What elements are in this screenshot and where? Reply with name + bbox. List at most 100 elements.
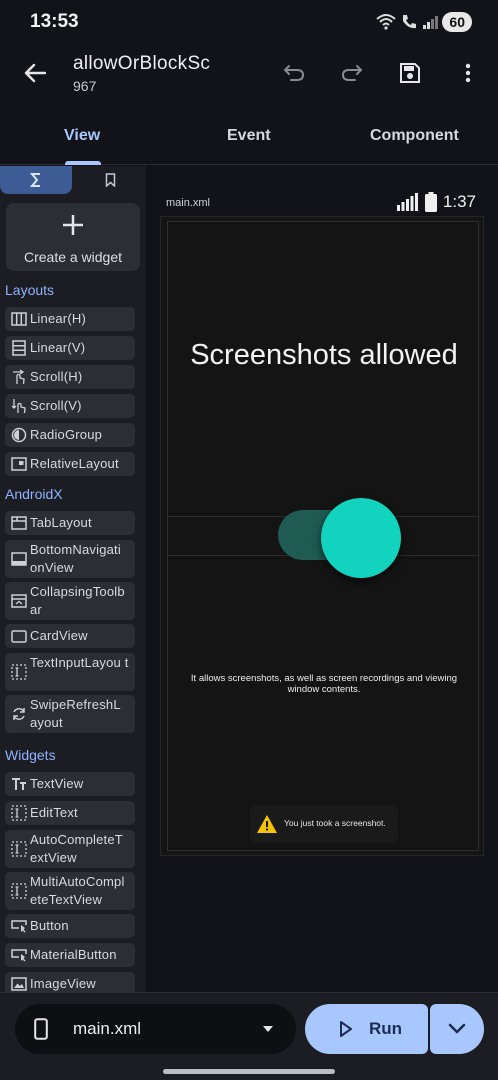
widget-linear-v[interactable]: Linear(V)	[5, 336, 135, 360]
signal-icon	[423, 16, 439, 29]
widget-relative-layout[interactable]: RelativeLayout	[5, 452, 135, 476]
swipe-vertical-icon	[10, 397, 28, 415]
bottom-navigation-icon	[10, 550, 28, 568]
run-label: Run	[369, 1019, 403, 1038]
widget-label: Button	[30, 918, 69, 933]
palette-toggle-widgets[interactable]	[0, 166, 72, 194]
home-indicator[interactable]	[163, 1069, 335, 1074]
more-vert-icon	[465, 63, 471, 83]
status-time: 13:53	[30, 11, 79, 32]
widget-collapsing-toolbar[interactable]: CollapsingToolb ar	[5, 582, 135, 620]
widget-swipe-refresh-layout[interactable]: SwipeRefreshL ayout	[5, 695, 135, 733]
widget-label: BottomNavigati onView	[30, 542, 121, 575]
widget-label: Linear(H)	[30, 311, 86, 326]
selected-file-name: main.xml	[73, 1019, 142, 1038]
widget-label: RadioGroup	[30, 427, 103, 442]
button-icon	[10, 917, 28, 935]
run-options-button[interactable]	[430, 1004, 484, 1054]
toast-message: You just took a screenshot.	[250, 806, 398, 842]
widget-label: MaterialButton	[30, 947, 117, 962]
save-icon	[400, 63, 420, 83]
redo-icon	[341, 65, 363, 81]
widget-label: Linear(V)	[30, 340, 86, 355]
create-widget-button[interactable]: Create a widget	[6, 203, 140, 271]
swipe-horizontal-icon	[10, 368, 28, 386]
button-icon	[10, 946, 28, 964]
widget-label: EditText	[30, 805, 78, 820]
edit-text-icon	[10, 804, 28, 822]
layout-preview[interactable]: Screenshots allowed It allows screenshot…	[160, 216, 484, 856]
widget-button[interactable]: Button	[5, 914, 135, 938]
widget-text-view[interactable]: TextView	[5, 772, 135, 796]
edit-text-icon	[10, 882, 28, 900]
widget-radio-group[interactable]: RadioGroup	[5, 423, 135, 447]
project-title: allowOrBlockSc	[73, 53, 211, 74]
more-options-button[interactable]	[451, 56, 485, 90]
run-button[interactable]: Run	[305, 1004, 428, 1054]
preview-status-bar: 1:37	[396, 192, 476, 212]
preview-file-label: main.xml	[166, 197, 211, 209]
tab-layout-icon	[10, 514, 28, 532]
widget-scroll-h[interactable]: Scroll(H)	[5, 365, 135, 389]
tab-event[interactable]: Event	[227, 127, 271, 145]
text-fields-icon	[10, 775, 28, 793]
widget-label: CollapsingToolb ar	[30, 584, 125, 617]
radio-icon	[10, 426, 28, 444]
widget-multi-auto-complete-text-view[interactable]: MultiAutoCompl eteTextView	[5, 872, 135, 910]
image-icon	[10, 975, 28, 992]
bookmark-icon	[105, 173, 115, 187]
chevron-down-icon	[448, 1023, 466, 1034]
screenshot-switch-thumb[interactable]	[321, 498, 401, 578]
dropdown-arrow-icon	[263, 1026, 273, 1032]
section-androidx: AndroidX	[5, 486, 63, 502]
save-button[interactable]	[393, 56, 427, 90]
status-bar: 13:53 60	[0, 0, 498, 44]
preview-root-layout[interactable]: Screenshots allowed It allows screenshot…	[167, 221, 480, 851]
widget-label: CardView	[30, 628, 88, 643]
widget-tab-layout[interactable]: TabLayout	[5, 511, 135, 535]
widget-label: RelativeLayout	[30, 456, 119, 471]
widget-label: ImageView	[30, 976, 96, 991]
widget-edit-text[interactable]: EditText	[5, 801, 135, 825]
columns-icon	[10, 310, 28, 328]
bottom-bar: main.xml Run	[0, 992, 498, 1080]
section-layouts: Layouts	[5, 282, 55, 298]
widget-palette[interactable]: Create a widget Layouts Linear(H) Linear…	[0, 166, 146, 992]
wifi-icon	[376, 14, 397, 30]
back-button[interactable]	[18, 56, 52, 90]
refresh-icon	[10, 705, 28, 723]
back-arrow-icon	[24, 63, 46, 83]
widget-label: AutoCompleteT extView	[30, 832, 123, 865]
widget-text-input-layout[interactable]: TextInputLayou t	[5, 653, 135, 691]
phone-icon	[34, 1018, 48, 1040]
toast-text: You just took a screenshot.	[284, 818, 386, 828]
widget-material-button[interactable]: MaterialButton	[5, 943, 135, 967]
preview-time: 1:37	[442, 192, 476, 211]
undo-button[interactable]	[277, 56, 311, 90]
widget-label: TabLayout	[30, 515, 92, 530]
palette-toggle-bookmarks[interactable]	[74, 166, 146, 194]
rows-icon	[10, 339, 28, 357]
call-icon	[403, 15, 417, 29]
widget-bottom-navigation[interactable]: BottomNavigati onView	[5, 540, 135, 578]
widget-card-view[interactable]: CardView	[5, 624, 135, 648]
create-widget-label: Create a widget	[23, 249, 123, 265]
tab-component[interactable]: Component	[370, 127, 459, 145]
file-selector[interactable]: main.xml	[15, 1004, 296, 1054]
edit-text-icon	[10, 840, 28, 858]
widget-scroll-v[interactable]: Scroll(V)	[5, 394, 135, 418]
status-title[interactable]: Screenshots allowed	[168, 337, 480, 373]
widget-auto-complete-text-view[interactable]: AutoCompleteT extView	[5, 830, 135, 868]
status-icons: 60	[376, 12, 472, 32]
text-input-icon	[10, 663, 28, 681]
widget-linear-h[interactable]: Linear(H)	[5, 307, 135, 331]
play-icon	[340, 1021, 352, 1037]
tab-indicator	[65, 161, 101, 165]
widget-image-view[interactable]: ImageView	[5, 972, 135, 992]
tab-view[interactable]: View	[64, 127, 100, 145]
section-widgets: Widgets	[5, 747, 56, 763]
editor-tabs: View Event Component	[0, 112, 498, 165]
collapsing-toolbar-icon	[10, 592, 28, 610]
redo-button[interactable]	[335, 56, 369, 90]
description-text[interactable]: It allows screenshots, as well as screen…	[178, 673, 470, 695]
